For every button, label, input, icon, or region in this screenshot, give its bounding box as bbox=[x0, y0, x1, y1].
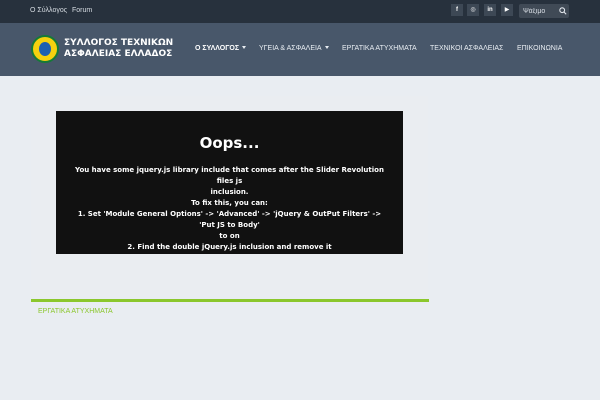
logo-line-1: ΣΥΛΛΟΓΟΣ ΤΕΧΝΙΚΩΝ bbox=[64, 38, 174, 48]
top-bar: Ο Σύλλογος Forum f ◎ in ▶ bbox=[0, 0, 600, 23]
search-box bbox=[519, 4, 569, 18]
youtube-icon[interactable]: ▶ bbox=[501, 4, 513, 16]
logo-emblem-icon bbox=[31, 35, 59, 63]
error-line: 1. Set 'Module General Options' -> 'Adva… bbox=[77, 210, 382, 229]
top-link-association[interactable]: Ο Σύλλογος bbox=[30, 7, 67, 14]
facebook-icon[interactable]: f bbox=[451, 4, 463, 16]
logo-line-2: ΑΣΦΑΛΕΙΑΣ ΕΛΛΑΔΟΣ bbox=[64, 49, 173, 59]
section-divider bbox=[31, 299, 429, 302]
error-line: You have some jquery.js library include … bbox=[75, 166, 384, 185]
search-input[interactable] bbox=[523, 4, 557, 18]
error-title: Oops... bbox=[199, 134, 260, 152]
nav-item-health-safety[interactable]: ΥΓΕΙΑ & ΑΣΦΑΛΕΙΑ bbox=[259, 45, 329, 52]
nav-label: ΥΓΕΙΑ & ΑΣΦΑΛΕΙΑ bbox=[259, 45, 322, 52]
logo-title: ΣΥΛΛΟΓΟΣ ΤΕΧΝΙΚΩΝ ΑΣΦΑΛΕΙΑΣ ΕΛΛΑΔΟΣ bbox=[64, 38, 173, 60]
nav-item-work-accidents[interactable]: ΕΡΓΑΤΙΚΑ ΑΤΥΧΗΜΑΤΑ bbox=[342, 45, 417, 52]
error-line: To fix this, you can: bbox=[191, 199, 268, 207]
top-link-forum[interactable]: Forum bbox=[72, 7, 92, 14]
error-body: You have some jquery.js library include … bbox=[70, 165, 389, 253]
nav-item-contact[interactable]: ΕΠΙΚΟΙΝΩΝΙΑ bbox=[517, 45, 562, 52]
error-line: 2. Find the double jQuery.js inclusion a… bbox=[127, 243, 332, 251]
instagram-icon[interactable]: ◎ bbox=[467, 4, 479, 16]
error-line: to on bbox=[219, 232, 240, 240]
section-title-work-accidents[interactable]: ΕΡΓΑΤΙΚΑ ΑΤΥΧΗΜΑΤΑ bbox=[38, 308, 113, 315]
slider-error-message: Oops... You have some jquery.js library … bbox=[56, 111, 403, 254]
search-icon[interactable] bbox=[559, 7, 567, 15]
error-line: inclusion. bbox=[210, 188, 249, 196]
chevron-down-icon bbox=[242, 46, 247, 49]
site-logo[interactable]: ΣΥΛΛΟΓΟΣ ΤΕΧΝΙΚΩΝ ΑΣΦΑΛΕΙΑΣ ΕΛΛΑΔΟΣ bbox=[31, 35, 173, 63]
chevron-down-icon bbox=[324, 46, 329, 49]
linkedin-icon[interactable]: in bbox=[484, 4, 496, 16]
nav-label: Ο ΣΥΛΛΟΓΟΣ bbox=[195, 45, 240, 52]
logo-emblem-center bbox=[39, 42, 51, 56]
nav-item-association[interactable]: Ο ΣΥΛΛΟΓΟΣ bbox=[195, 45, 247, 52]
nav-item-safety-technicians[interactable]: ΤΕΧΝΙΚΟΙ ΑΣΦΑΛΕΙΑΣ bbox=[430, 45, 503, 52]
